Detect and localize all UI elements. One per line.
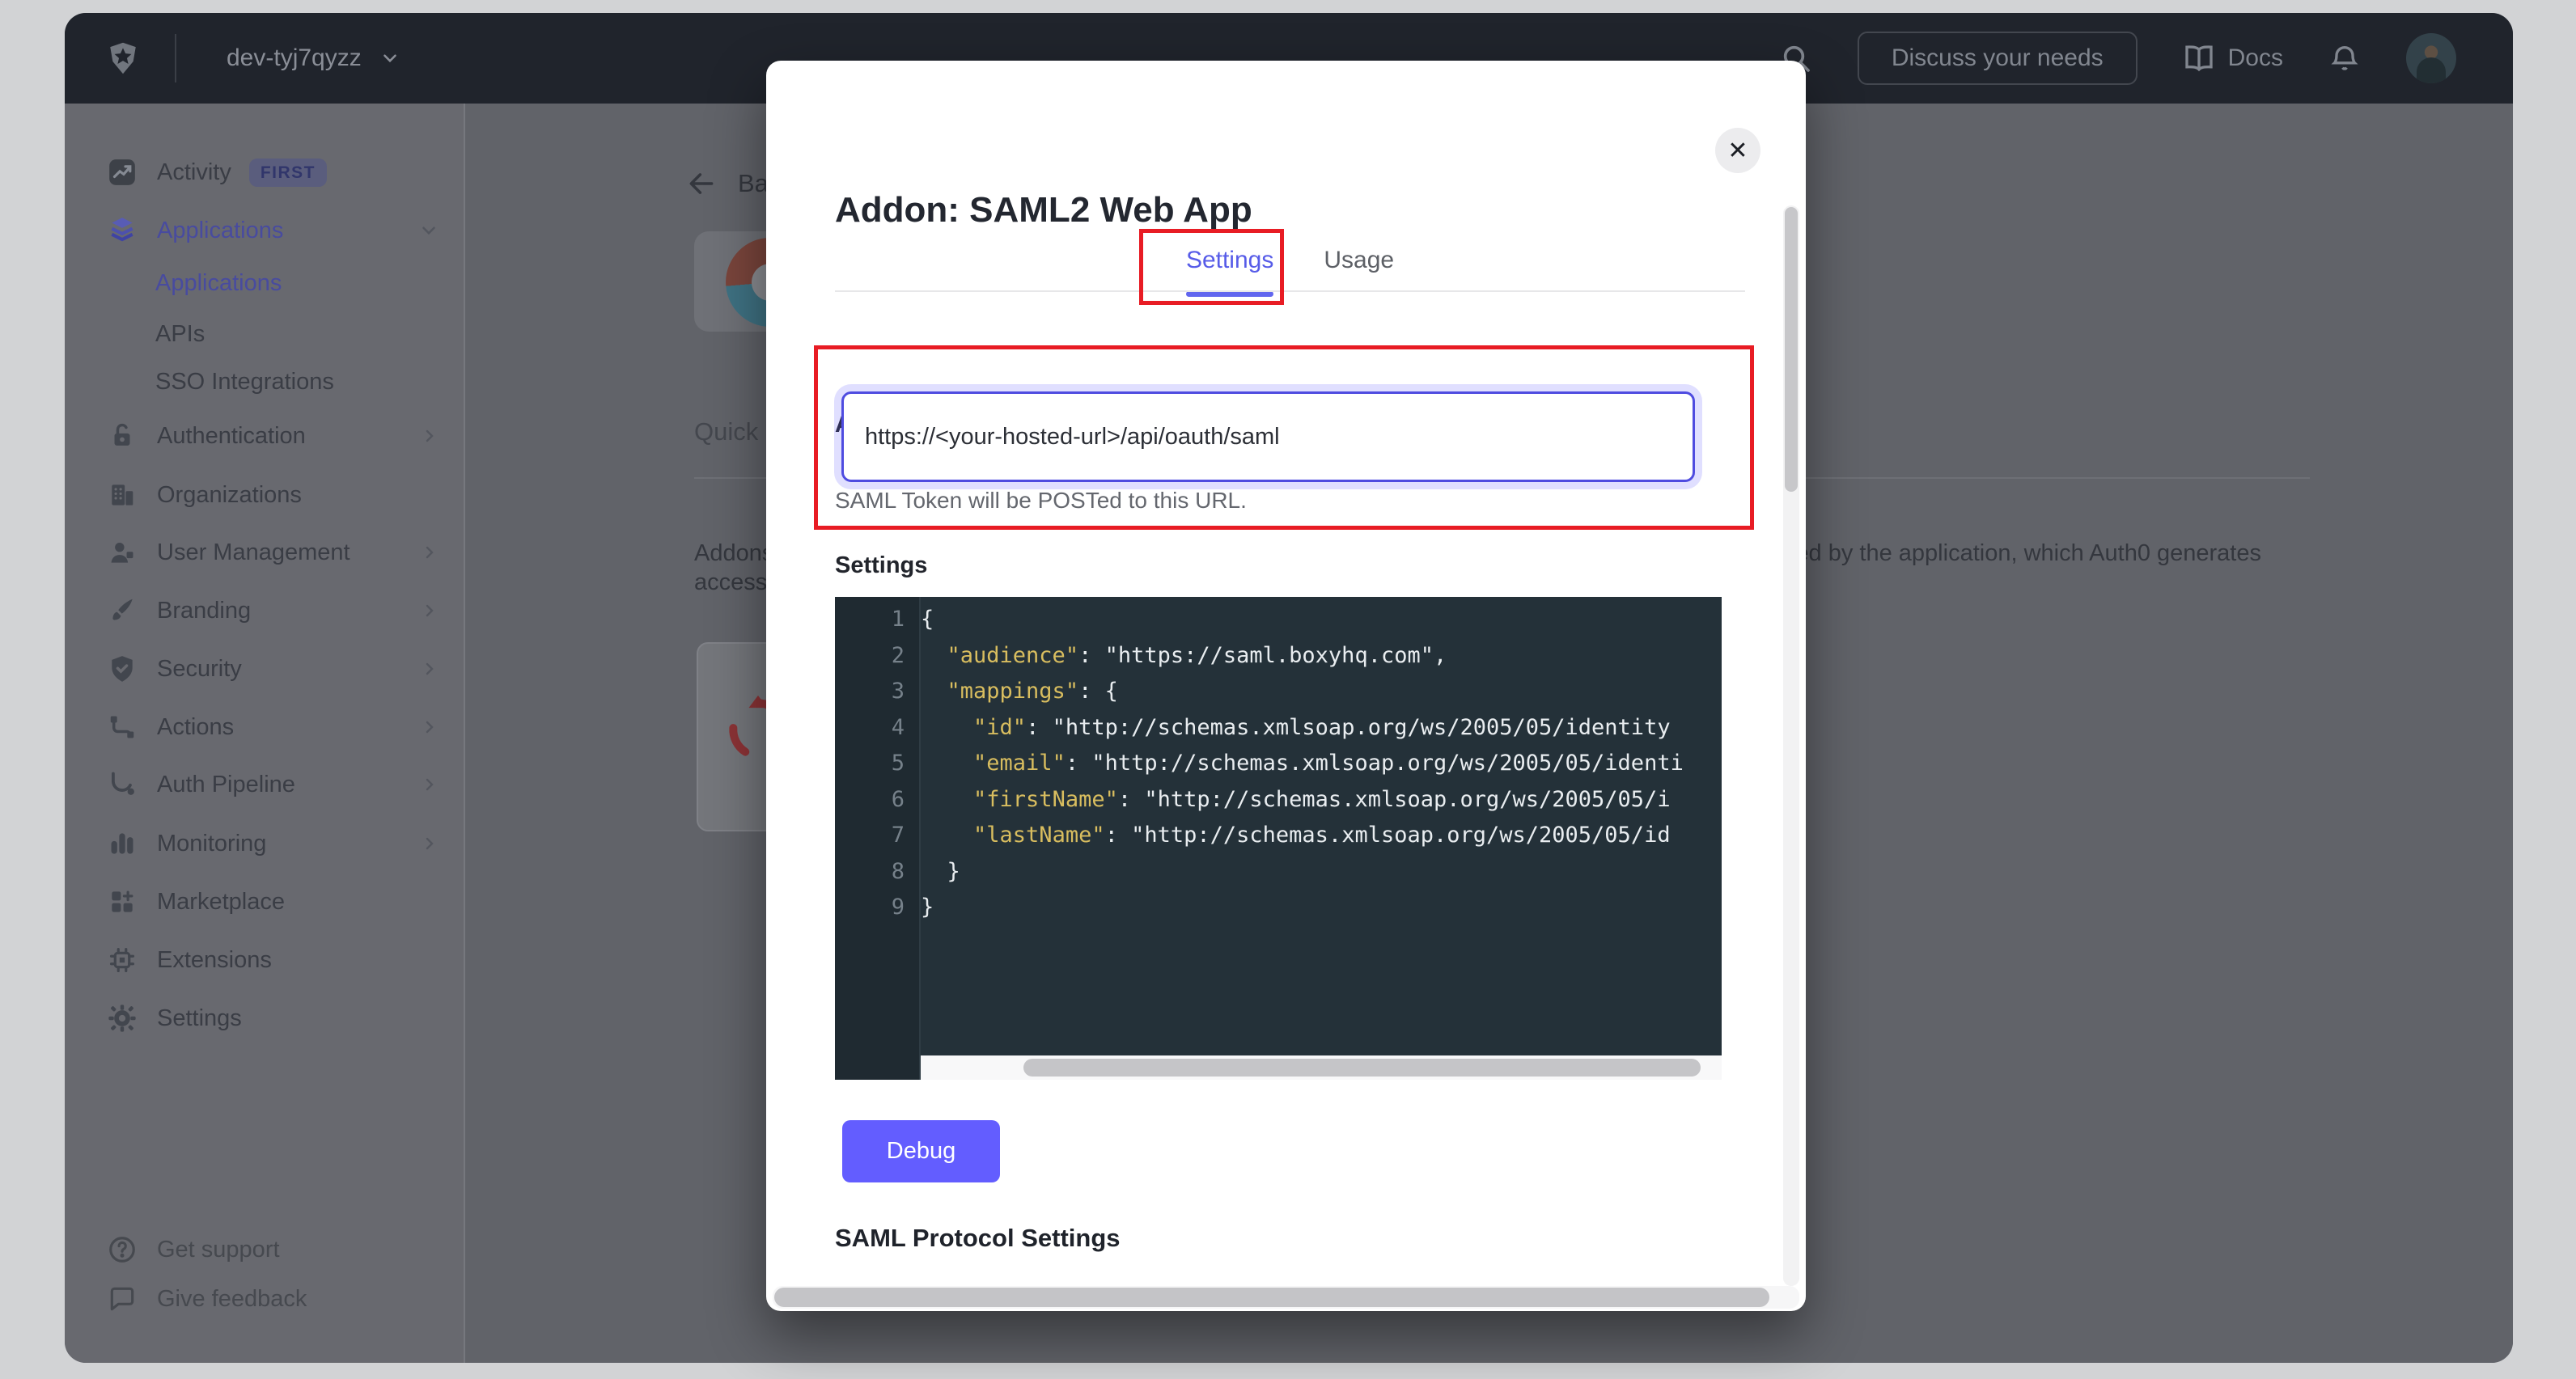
sidebar-item-authentication[interactable]: Authentication [65, 413, 464, 459]
sidebar-item-label: Get support [157, 1237, 280, 1263]
annotation-box-settings-tab [1139, 229, 1284, 305]
screenshot-root: dev-tyj7qyzz Discuss your needs Docs [0, 0, 2576, 1379]
paintbrush-icon [107, 595, 138, 626]
sidebar-item-label: Monitoring [157, 831, 266, 857]
building-icon [107, 480, 138, 510]
editor-hscrollbar-track[interactable] [921, 1055, 1722, 1080]
tabs-divider [835, 290, 1745, 292]
topbar-divider [175, 34, 176, 82]
modal-hscrollbar-thumb[interactable] [774, 1288, 1769, 1307]
layers-icon [107, 215, 138, 246]
sidebar-item-label: Activity [157, 159, 231, 186]
notifications-bell-icon[interactable] [2328, 42, 2361, 74]
annotation-box-callback-url [814, 345, 1754, 530]
chevron-right-icon [420, 426, 439, 446]
sidebar-nav: Activity FIRST Applications Applications… [65, 104, 465, 1363]
sidebar-item-label: Applications [155, 270, 282, 297]
chevron-right-icon [420, 775, 439, 794]
book-icon [2183, 42, 2215, 74]
modal-hscrollbar-track[interactable] [773, 1286, 1799, 1309]
sidebar-item-marketplace[interactable]: Marketplace [65, 879, 464, 924]
sidebar-item-label: Auth Pipeline [157, 772, 295, 798]
sidebar-item-branding[interactable]: Branding [65, 588, 464, 633]
sidebar-item-label: Applications [157, 218, 283, 244]
tab-label: Usage [1324, 247, 1394, 274]
question-circle-icon [107, 1234, 138, 1265]
tenant-name: dev-tyj7qyzz [227, 44, 362, 72]
chevron-right-icon [420, 834, 439, 853]
sidebar-item-label: Actions [157, 714, 234, 741]
sidebar-item-label: Give feedback [157, 1286, 307, 1313]
settings-section-label: Settings [835, 552, 927, 579]
docs-link[interactable]: Docs [2183, 42, 2283, 74]
sidebar-item-label: Settings [157, 1005, 242, 1032]
chevron-right-icon [420, 717, 439, 737]
lock-icon [107, 421, 138, 451]
modal-vscrollbar-thumb[interactable] [1785, 207, 1798, 492]
sidebar-item-user-management[interactable]: User Management [65, 530, 464, 575]
marketplace-icon [107, 886, 138, 917]
sidebar-item-sso-integrations[interactable]: SSO Integrations [65, 359, 464, 404]
sidebar-item-extensions[interactable]: Extensions [65, 937, 464, 983]
close-icon[interactable]: ✕ [1715, 128, 1760, 173]
sidebar-item-actions[interactable]: Actions [65, 704, 464, 750]
flow-icon [107, 712, 138, 742]
sidebar-item-label: Branding [157, 598, 251, 624]
sidebar-item-auth-pipeline[interactable]: Auth Pipeline [65, 762, 464, 807]
addons-paragraph-fragment: access [694, 569, 767, 596]
addons-paragraph-fragment: Addons [694, 540, 773, 567]
chevron-right-icon [420, 659, 439, 679]
modal-title: Addon: SAML2 Web App [835, 190, 1252, 231]
sidebar-item-monitoring[interactable]: Monitoring [65, 821, 464, 866]
chevron-down-icon [418, 220, 439, 241]
sidebar-item-label: Security [157, 656, 242, 683]
tenant-switcher[interactable]: dev-tyj7qyzz [227, 13, 400, 104]
editor-code: { "audience": "https://saml.boxyhq.com",… [921, 602, 1722, 926]
addons-paragraph-fragment: ed by the application, which Auth0 gener… [1795, 540, 2261, 567]
tab-usage[interactable]: Usage [1324, 231, 1394, 290]
bar-chart-icon [107, 828, 138, 859]
sidebar-item-label: User Management [157, 539, 350, 566]
auth0-logo-icon [105, 40, 141, 76]
saml-protocol-settings-heading: SAML Protocol Settings [835, 1224, 1121, 1253]
sidebar-item-settings[interactable]: Settings [65, 996, 464, 1041]
sidebar-item-label: SSO Integrations [155, 369, 334, 396]
pipeline-icon [107, 769, 138, 800]
sidebar-item-security[interactable]: Security [65, 646, 464, 692]
user-avatar[interactable] [2406, 33, 2456, 83]
sidebar-item-give-feedback[interactable]: Give feedback [65, 1276, 464, 1322]
sidebar-item-applications[interactable]: Applications [65, 208, 464, 253]
sidebar-item-label: Extensions [157, 947, 272, 974]
docs-label: Docs [2228, 44, 2283, 72]
sidebar-item-activity[interactable]: Activity FIRST [65, 150, 464, 195]
chevron-right-icon [420, 601, 439, 620]
settings-json-editor[interactable]: 12 34 56 78 9 { "audience": "https://sam… [835, 597, 1722, 1080]
modal-tabs: Settings Usage [835, 231, 1745, 290]
modal-vscrollbar-track[interactable] [1783, 205, 1799, 1286]
sidebar-item-label: Marketplace [157, 889, 285, 916]
sidebar-item-label: APIs [155, 321, 205, 348]
chevron-down-icon [379, 48, 400, 69]
sidebar-item-get-support[interactable]: Get support [65, 1227, 464, 1272]
sidebar-item-applications-sub[interactable]: Applications [65, 260, 464, 306]
chevron-right-icon [420, 543, 439, 562]
sidebar-item-label: Authentication [157, 423, 306, 450]
sidebar-item-apis[interactable]: APIs [65, 311, 464, 357]
activity-chart-icon [107, 157, 138, 188]
sidebar-item-label: Organizations [157, 482, 302, 509]
debug-button[interactable]: Debug [842, 1120, 1000, 1182]
discuss-label: Discuss your needs [1892, 44, 2104, 72]
first-badge: FIRST [249, 159, 327, 187]
user-gear-icon [107, 537, 138, 568]
gear-icon [107, 1003, 138, 1034]
shield-check-icon [107, 654, 138, 684]
sidebar-item-organizations[interactable]: Organizations [65, 472, 464, 518]
discuss-your-needs-button[interactable]: Discuss your needs [1858, 32, 2137, 85]
addon-saml2-modal: Addon: SAML2 Web App ✕ Settings Usage Ap… [766, 61, 1806, 1311]
chat-bubble-icon [107, 1284, 138, 1314]
arrow-left-icon [686, 168, 717, 199]
editor-line-numbers: 12 34 56 78 9 [835, 602, 905, 926]
editor-hscrollbar-thumb[interactable] [1023, 1059, 1701, 1077]
chip-icon [107, 945, 138, 975]
